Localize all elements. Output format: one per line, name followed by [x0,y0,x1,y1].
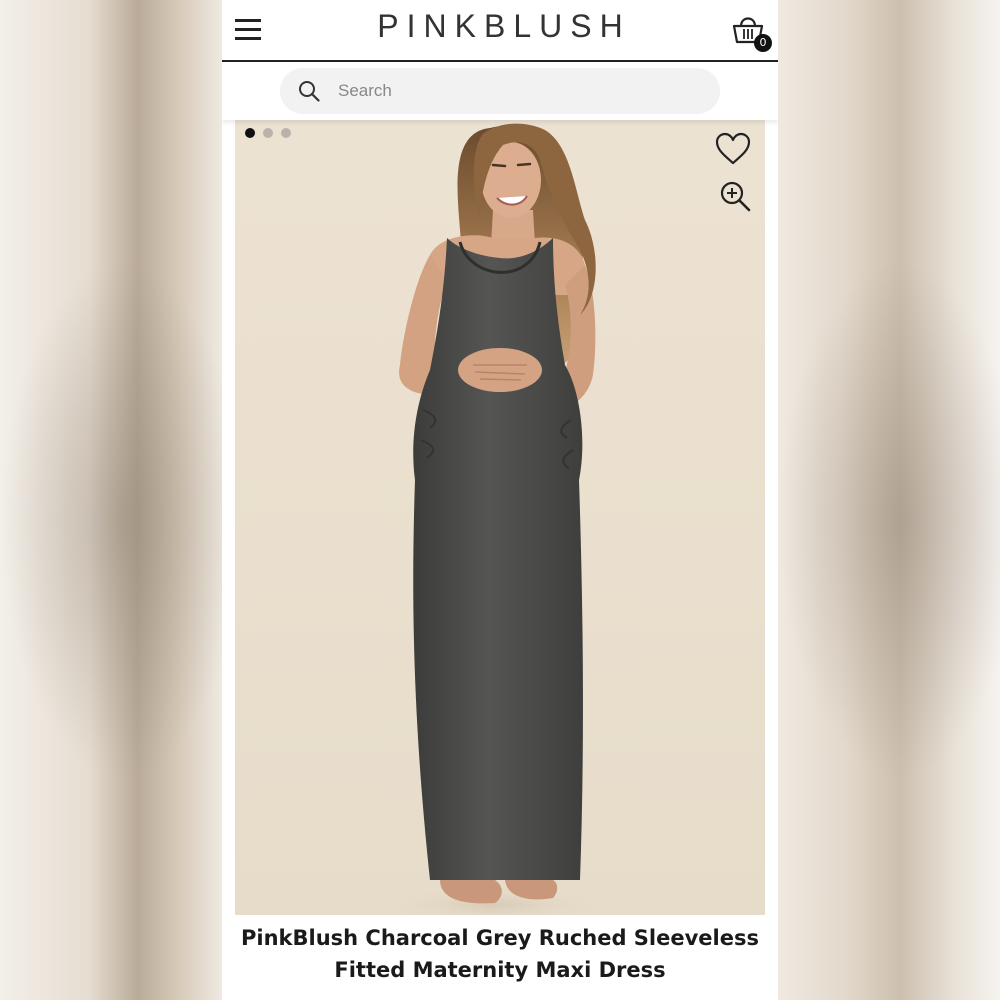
product-title: PinkBlush Charcoal Grey Ruched Sleeveles… [222,922,778,986]
gallery-dot-1[interactable] [245,128,255,138]
blurred-backdrop-right [778,0,1000,1000]
product-title-line-1: PinkBlush Charcoal Grey Ruched Sleeveles… [241,926,759,950]
gallery-pagination [245,128,291,138]
cart-button[interactable]: 0 [730,12,774,54]
search-section [222,62,778,120]
search-input[interactable] [338,68,698,114]
mobile-page: PINKBLUSH 0 Search PinkBlush Charcoal Gr… [222,0,778,1000]
model-photo [375,123,615,915]
gallery-dot-3[interactable] [281,128,291,138]
cart-count-badge: 0 [754,34,772,52]
site-header: PINKBLUSH 0 [222,0,778,62]
blurred-backdrop-left [0,0,222,1000]
gallery-dot-2[interactable] [263,128,273,138]
heart-icon[interactable] [715,132,751,166]
search-icon[interactable] [298,80,320,102]
zoom-in-icon[interactable] [719,180,751,212]
brand-logo[interactable]: PINKBLUSH [222,8,778,45]
product-title-line-2: Fitted Maternity Maxi Dress [334,958,666,982]
product-image[interactable] [235,120,765,915]
search-bar[interactable] [280,68,720,114]
